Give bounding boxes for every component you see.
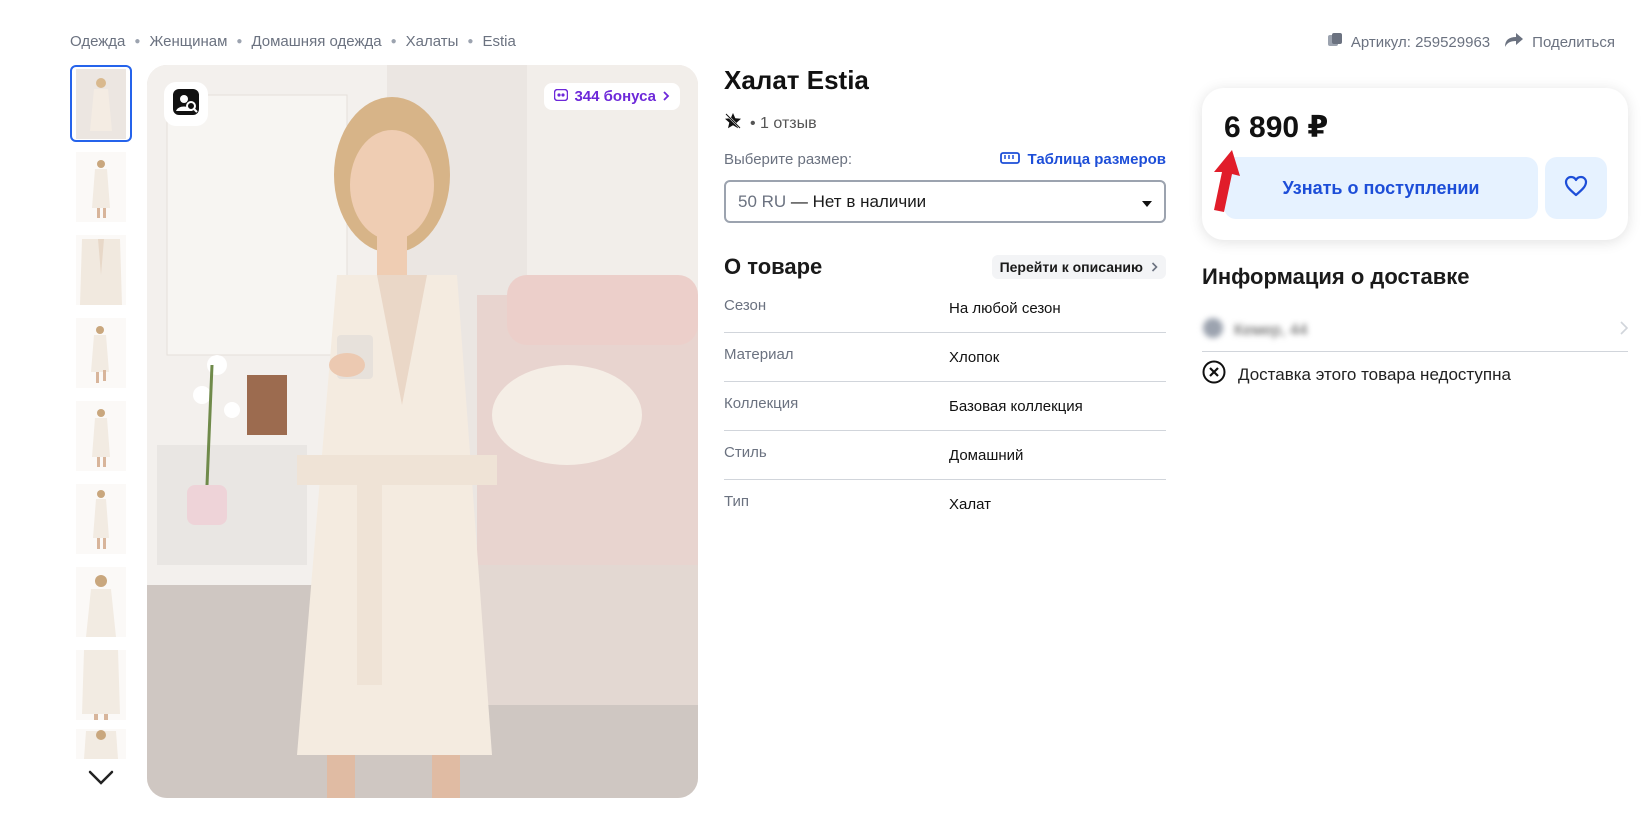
- favorite-button[interactable]: [1545, 157, 1607, 219]
- close-circle-icon: [1202, 360, 1226, 389]
- notify-button[interactable]: Узнать о поступлении: [1224, 157, 1538, 219]
- size-row: Выберите размер: Таблица размеров: [724, 151, 1166, 168]
- spec-key: Стиль: [724, 443, 767, 461]
- share-label: Поделиться: [1532, 33, 1615, 51]
- spec-row: Сезон На любой сезон: [724, 284, 1166, 333]
- product-main-image[interactable]: 344 бонуса: [147, 65, 698, 798]
- breadcrumb-item-robes[interactable]: Халаты: [406, 33, 459, 50]
- spec-value: Халат: [949, 496, 991, 513]
- breadcrumb-item-clothes[interactable]: Одежда: [70, 33, 125, 50]
- thumbnail-list: [70, 65, 132, 785]
- goto-description-button[interactable]: Перейти к описанию: [991, 255, 1166, 279]
- spec-value: Базовая коллекция: [949, 397, 1083, 415]
- image-search-icon: [172, 88, 200, 121]
- breadcrumb-item-women[interactable]: Женщинам: [149, 33, 227, 50]
- thumbnail[interactable]: [70, 397, 132, 474]
- about-title: О товаре: [724, 254, 823, 279]
- thumbnail[interactable]: [70, 148, 132, 225]
- specs-table: Сезон На любой сезон Материал Хлопок Кол…: [724, 284, 1166, 529]
- chevron-right-icon: [662, 88, 670, 105]
- about-header: О товаре Перейти к описанию: [724, 254, 1166, 280]
- bonus-badge[interactable]: 344 бонуса: [544, 83, 680, 110]
- breadcrumb-separator: ●: [236, 36, 243, 47]
- spec-value: Домашний: [949, 446, 1024, 464]
- delivery-unavailable: Доставка этого товара недоступна: [1202, 360, 1628, 389]
- price-card: 6 890 ₽ Узнать о поступлении: [1202, 88, 1628, 240]
- thumbnail[interactable]: [70, 480, 132, 557]
- thumbnail[interactable]: [70, 729, 132, 759]
- goto-description-label: Перейти к описанию: [999, 259, 1143, 275]
- article-copy[interactable]: Артикул: 259529963: [1327, 32, 1490, 52]
- annotation-arrow-icon: [1210, 148, 1244, 219]
- star-off-icon: [724, 112, 742, 135]
- reviews-count: • 1 отзыв: [750, 114, 817, 132]
- thumbnail[interactable]: [70, 314, 132, 391]
- delivery-address[interactable]: Кемер, 44: [1202, 310, 1629, 352]
- thumbnail[interactable]: [70, 65, 132, 142]
- spec-row: Тип Халат: [724, 480, 1166, 529]
- size-select[interactable]: 50 RU — Нет в наличии: [724, 180, 1166, 223]
- photo-search-button[interactable]: [164, 82, 208, 126]
- selected-size: 50 RU: [738, 191, 787, 211]
- size-table-link[interactable]: Таблица размеров: [999, 151, 1166, 168]
- thumbnail[interactable]: [70, 563, 132, 640]
- thumbnail[interactable]: [70, 231, 132, 308]
- article-number: Артикул: 259529963: [1350, 33, 1491, 51]
- bonus-label: 344 бонуса: [574, 88, 656, 105]
- ruler-icon: [999, 151, 1020, 168]
- thumbnail[interactable]: [70, 646, 132, 723]
- header-actions: Артикул: 259529963 Поделиться: [1327, 32, 1615, 52]
- spec-row: Стиль Домашний: [724, 431, 1166, 480]
- breadcrumb-item-homewear[interactable]: Домашняя одежда: [251, 33, 381, 50]
- price: 6 890 ₽: [1224, 111, 1329, 144]
- spec-row: Коллекция Базовая коллекция: [724, 382, 1166, 431]
- spec-key: Коллекция: [724, 394, 799, 412]
- breadcrumb-item-brand[interactable]: Estia: [482, 33, 515, 50]
- delivery-info: Информация о доставке Кемер, 44 Доставка…: [1202, 264, 1629, 389]
- copy-icon: [1327, 32, 1343, 52]
- chevron-right-icon: [1151, 259, 1158, 275]
- address-text: Кемер, 44: [1234, 321, 1308, 339]
- size-prompt: Выберите размер:: [724, 151, 853, 168]
- breadcrumb-separator: ●: [390, 36, 397, 47]
- location-icon: [1202, 317, 1224, 344]
- bonus-icon: [554, 88, 569, 105]
- spec-key: Тип: [724, 493, 750, 510]
- caret-down-icon: [1142, 192, 1152, 212]
- share-icon: [1504, 32, 1524, 52]
- product-photo: [147, 65, 698, 798]
- spec-value: Хлопок: [949, 348, 1000, 366]
- product-info: Халат Estia • 1 отзыв Выберите размер: Т…: [724, 65, 1166, 529]
- spec-value: На любой сезон: [949, 299, 1061, 317]
- size-table-label: Таблица размеров: [1027, 151, 1166, 168]
- selected-size-status: — Нет в наличии: [790, 191, 927, 211]
- breadcrumb: Одежда ● Женщинам ● Домашняя одежда ● Ха…: [70, 33, 516, 50]
- delivery-title: Информация о доставке: [1202, 264, 1470, 289]
- spec-row: Материал Хлопок: [724, 333, 1166, 382]
- product-title: Халат Estia: [724, 65, 869, 95]
- heart-icon: [1564, 175, 1588, 202]
- unavailable-text: Доставка этого товара недоступна: [1238, 364, 1511, 384]
- chevron-right-icon: [1620, 321, 1629, 340]
- chevron-down-icon[interactable]: [88, 770, 114, 791]
- breadcrumb-separator: ●: [134, 36, 141, 47]
- rating-row[interactable]: • 1 отзыв: [724, 112, 1166, 135]
- spec-key: Сезон: [724, 296, 767, 314]
- breadcrumb-separator: ●: [467, 36, 474, 47]
- share-button[interactable]: Поделиться: [1504, 32, 1615, 52]
- spec-key: Материал: [724, 345, 794, 363]
